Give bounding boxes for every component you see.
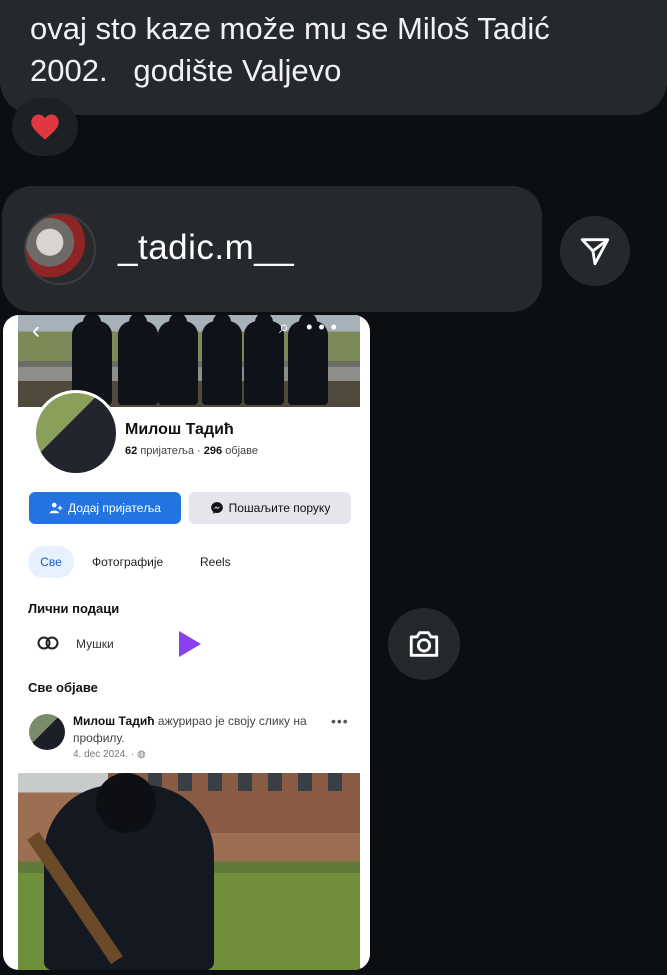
globe-icon: ◍	[136, 749, 146, 760]
soldier-figure	[202, 315, 242, 405]
add-user-icon	[49, 502, 63, 514]
post-date: 4. dec 2024. · ◍	[73, 749, 146, 760]
post-photo[interactable]	[18, 773, 360, 970]
back-chevron-icon[interactable]: ‹	[32, 317, 40, 345]
search-more-icons[interactable]: ⌕ •••	[279, 317, 343, 338]
tab-photos[interactable]: Фотографије	[92, 555, 163, 569]
soldier-figure	[158, 315, 198, 405]
send-icon	[580, 238, 610, 266]
tab-reels[interactable]: Reels	[200, 555, 231, 569]
post-avatar[interactable]	[29, 714, 65, 750]
messenger-icon	[210, 502, 223, 514]
add-friend-button[interactable]: Додај пријатеља	[29, 492, 181, 524]
avatar[interactable]	[24, 213, 96, 285]
shared-username[interactable]: _tadic.m__	[118, 228, 294, 268]
camera-icon	[409, 631, 439, 657]
post-header-text: Милош Тадић ажурирао је своју слику на п…	[73, 714, 307, 745]
play-icon[interactable]	[177, 629, 203, 664]
tab-all[interactable]: Све	[28, 546, 74, 578]
more-options-icon[interactable]: •••	[331, 713, 349, 729]
shared-screenshot[interactable]: ‹ ⌕ ••• Милош Тадић 62 пријатеља · 296 о…	[3, 315, 370, 970]
profile-stats: 62 пријатеља · 296 објаве	[125, 445, 259, 457]
soldier-figure	[118, 315, 158, 405]
send-message-button[interactable]: Пошаљите поруку	[189, 492, 351, 524]
camera-button[interactable]	[388, 608, 460, 680]
profile-name: Милош Тадић	[125, 421, 234, 438]
gender-icon	[37, 635, 59, 656]
gender-value: Мушки	[76, 637, 114, 651]
all-posts-heading: Све објаве	[28, 680, 98, 695]
heart-icon	[31, 114, 59, 140]
personal-info-heading: Лични подаци	[28, 601, 120, 616]
heart-reaction[interactable]	[12, 98, 78, 156]
soldier-figure	[244, 315, 284, 405]
share-button[interactable]	[560, 216, 630, 286]
message-text: ovaj sto kaze može mu se Miloš Tadić 200…	[30, 11, 550, 88]
profile-picture[interactable]	[33, 390, 119, 476]
